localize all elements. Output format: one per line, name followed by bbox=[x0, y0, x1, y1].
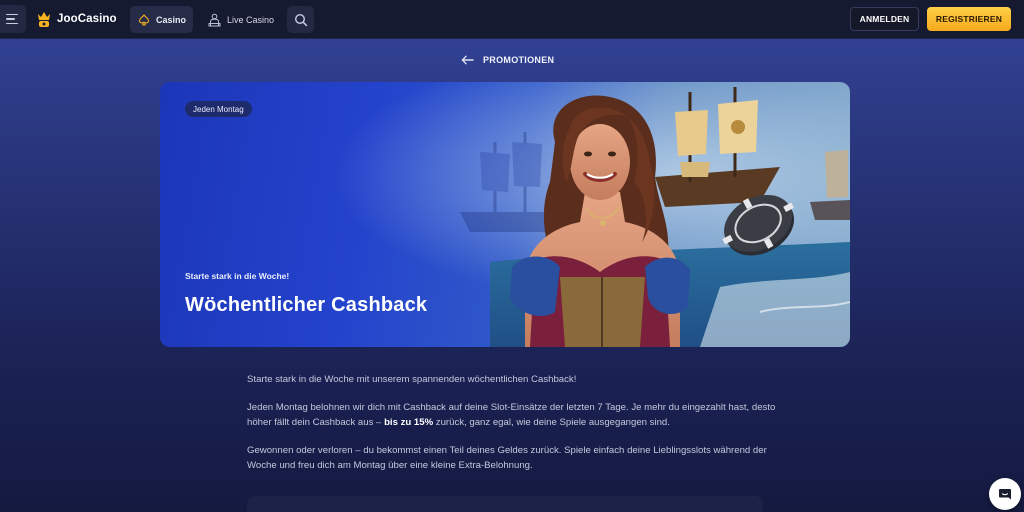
back-to-promotions-link[interactable]: PROMOTIONEN bbox=[461, 53, 554, 67]
site-logo[interactable]: JooCasino bbox=[36, 10, 117, 28]
nav-casino-label: Casino bbox=[156, 14, 187, 25]
details-text-after: zurück, ganz egal, wie deine Spiele ausg… bbox=[433, 417, 670, 428]
promo-hero-banner: Jeden Montag Starte stark in die Woche! … bbox=[160, 82, 850, 347]
nav-casino[interactable]: Casino bbox=[130, 6, 193, 33]
details-paragraph: Jeden Montag belohnen wir dich mit Cashb… bbox=[247, 400, 777, 430]
hero-kicker: Starte stark in die Woche! bbox=[185, 271, 290, 281]
login-button[interactable]: ANMELDEN bbox=[850, 7, 919, 31]
bottom-card bbox=[247, 496, 763, 512]
register-button[interactable]: REGISTRIEREN bbox=[927, 7, 1011, 31]
top-header: JooCasino Casino Live Casino ANMELDEN RE… bbox=[0, 0, 1024, 39]
search-icon bbox=[294, 13, 307, 26]
hero-title: Wöchentlicher Cashback bbox=[185, 294, 428, 316]
search-button[interactable] bbox=[287, 6, 314, 33]
nav-live-casino[interactable]: Live Casino bbox=[204, 6, 274, 33]
closing-paragraph: Gewonnen oder verloren – du bekommst ein… bbox=[247, 445, 767, 471]
cashback-percentage: bis zu 15% bbox=[384, 417, 434, 428]
arrow-left-icon bbox=[461, 55, 474, 65]
hero-badge: Jeden Montag bbox=[185, 101, 252, 117]
intro-paragraph: Starte stark in die Woche mit unserem sp… bbox=[247, 374, 577, 385]
hamburger-menu-icon[interactable] bbox=[0, 5, 26, 33]
crown-logo-icon bbox=[38, 12, 50, 27]
nav-live-casino-label: Live Casino bbox=[227, 14, 275, 25]
back-link-label: PROMOTIONEN bbox=[483, 55, 555, 65]
logo-text: JooCasino bbox=[57, 13, 117, 25]
spade-icon bbox=[138, 13, 150, 26]
chat-bubble-icon bbox=[999, 489, 1011, 500]
promo-description: Starte stark in die Woche mit unserem sp… bbox=[247, 372, 777, 486]
chat-button[interactable] bbox=[989, 478, 1021, 510]
dealer-icon bbox=[208, 13, 221, 26]
